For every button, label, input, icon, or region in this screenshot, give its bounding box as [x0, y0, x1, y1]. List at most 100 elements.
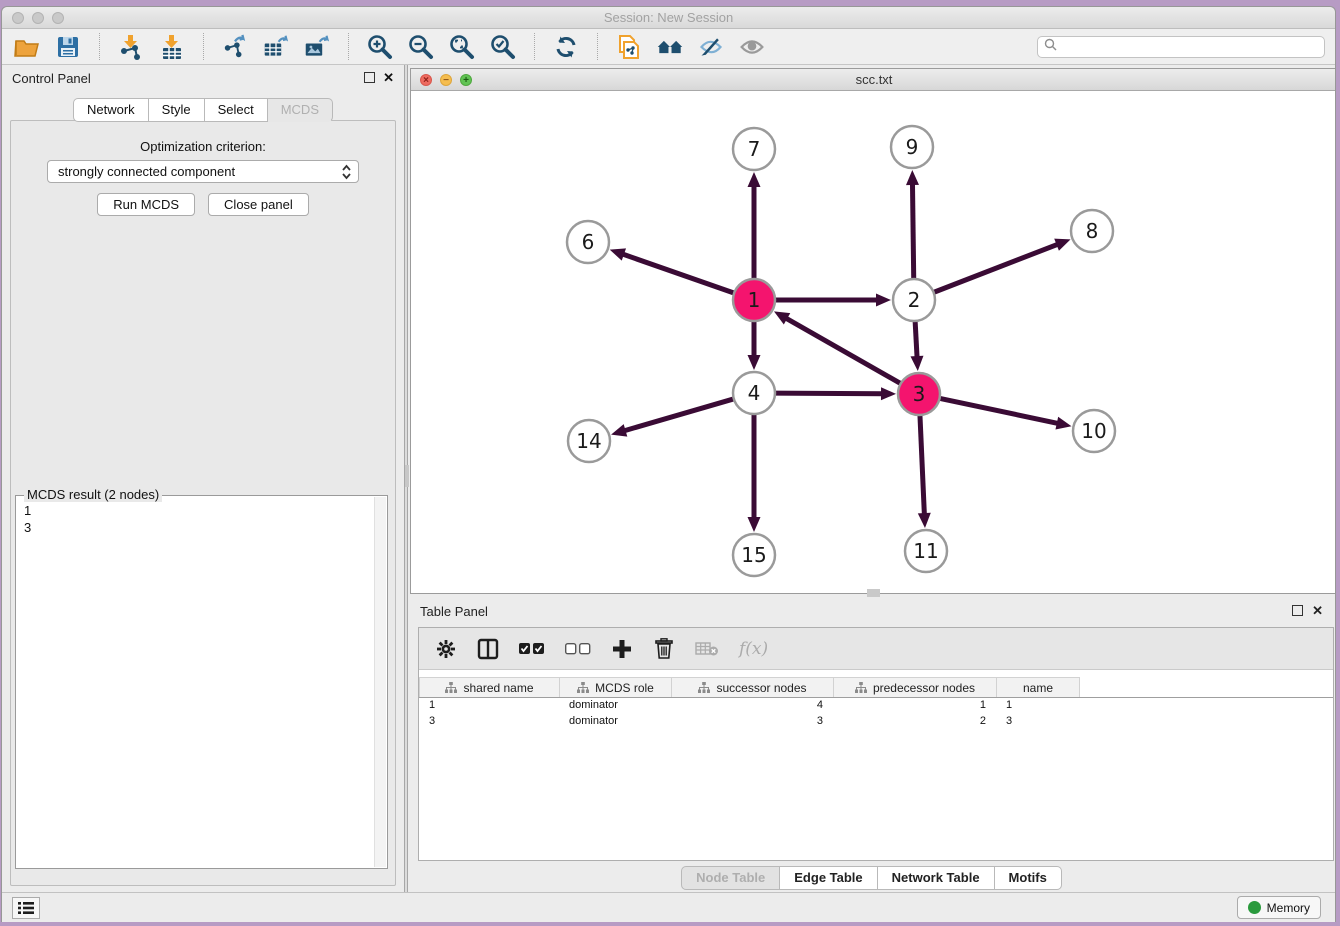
cell-shared-name[interactable]: 3	[419, 714, 559, 730]
chevron-up-down-icon	[341, 164, 352, 183]
graph-edge-2-9[interactable]	[912, 182, 913, 281]
float-table-panel-icon[interactable]	[1292, 605, 1303, 616]
graph-node-label: 9	[906, 135, 919, 159]
cell-shared-name[interactable]: 1	[419, 698, 559, 714]
graph-edge-arrowhead	[748, 172, 761, 187]
open-session-icon[interactable]	[14, 34, 40, 60]
task-history-button[interactable]	[12, 897, 40, 919]
network-resize-grip[interactable]	[867, 589, 880, 597]
tab-style[interactable]: Style	[149, 98, 205, 122]
graph-edge-3-11[interactable]	[920, 413, 925, 516]
show-graphics-details-icon[interactable]	[739, 34, 765, 60]
window-title: Session: New Session	[2, 7, 1335, 29]
tab-node-table[interactable]: Node Table	[681, 866, 780, 890]
export-network-icon[interactable]	[222, 34, 248, 60]
delete-table-icon[interactable]	[695, 637, 719, 661]
zoom-selected-icon[interactable]	[490, 34, 516, 60]
mcds-pane: Optimization criterion: strongly connect…	[10, 120, 396, 886]
column-header-predecessor-nodes[interactable]: predecessor nodes	[833, 677, 996, 697]
zoom-in-icon[interactable]	[367, 34, 393, 60]
graph-node-label: 14	[576, 429, 601, 453]
cell-mcds-role[interactable]: dominator	[559, 698, 671, 714]
graph-edge-arrowhead	[906, 170, 919, 185]
network-minimize-button[interactable]: −	[440, 74, 452, 86]
search-field[interactable]	[1037, 36, 1325, 58]
hide-graphics-details-icon[interactable]	[698, 34, 724, 60]
column-header-shared-name[interactable]: shared name	[419, 677, 559, 697]
save-session-icon[interactable]	[55, 34, 81, 60]
add-column-icon[interactable]	[611, 637, 633, 661]
select-all-checkboxes-icon[interactable]	[519, 637, 545, 661]
table-settings-icon[interactable]	[435, 637, 457, 661]
toolbar-separator	[534, 33, 535, 60]
graph-edge-3-1[interactable]	[784, 317, 902, 384]
network-canvas[interactable]: 1234678910111415	[411, 91, 1336, 593]
close-panel-icon[interactable]: ✕	[383, 71, 394, 84]
export-image-icon[interactable]	[304, 34, 330, 60]
graph-node-label: 6	[582, 230, 595, 254]
graph-node-label: 1	[748, 288, 761, 312]
graph-edge-3-10[interactable]	[938, 398, 1060, 424]
tab-motifs[interactable]: Motifs	[995, 866, 1062, 890]
deselect-all-checkboxes-icon[interactable]	[565, 637, 591, 661]
copy-network-icon[interactable]	[616, 34, 642, 60]
graph-node-label: 10	[1081, 419, 1106, 443]
refresh-layout-icon[interactable]	[553, 34, 579, 60]
split-panel-icon[interactable]	[477, 637, 499, 661]
cell-predecessor-nodes[interactable]: 2	[833, 714, 996, 730]
tab-edge-table[interactable]: Edge Table	[780, 866, 877, 890]
export-table-icon[interactable]	[263, 34, 289, 60]
memory-button[interactable]: Memory	[1237, 896, 1321, 919]
tab-select[interactable]: Select	[205, 98, 268, 122]
graph-edge-2-3[interactable]	[915, 319, 917, 359]
cell-predecessor-nodes[interactable]: 1	[833, 698, 996, 714]
function-builder-icon[interactable]: f(x)	[739, 637, 768, 661]
zoom-fit-icon[interactable]	[449, 34, 475, 60]
table-header-row: shared nameMCDS rolesuccessor nodesprede…	[419, 677, 1333, 698]
graph-node-label: 7	[748, 137, 761, 161]
table-row[interactable]: 3dominator323	[419, 714, 1333, 730]
tab-network-table[interactable]: Network Table	[878, 866, 995, 890]
tab-network[interactable]: Network	[73, 98, 149, 122]
home-icon[interactable]	[657, 34, 683, 60]
cell-mcds-role[interactable]: dominator	[559, 714, 671, 730]
column-header-successor-nodes[interactable]: successor nodes	[671, 677, 833, 697]
graph-edge-arrowhead	[918, 513, 931, 528]
tab-mcds[interactable]: MCDS	[268, 98, 333, 122]
table-panel-header: Table Panel ✕	[408, 597, 1335, 624]
float-panel-icon[interactable]	[364, 72, 375, 83]
run-mcds-button[interactable]: Run MCDS	[97, 193, 195, 216]
graph-edge-2-8[interactable]	[932, 244, 1060, 293]
import-network-icon[interactable]	[118, 34, 144, 60]
delete-columns-icon[interactable]	[653, 637, 675, 661]
search-input[interactable]	[1061, 40, 1324, 54]
status-bar: Memory	[2, 892, 1335, 922]
workspace: × − + scc.txt 1234678910111415 Table Pan…	[408, 65, 1335, 892]
window-minimize-button[interactable]	[32, 12, 44, 24]
column-header-name[interactable]: name	[996, 677, 1080, 697]
window-zoom-button[interactable]	[52, 12, 64, 24]
cell-name[interactable]: 3	[996, 714, 1080, 730]
close-table-panel-icon[interactable]: ✕	[1312, 604, 1323, 617]
graph-edge-4-3[interactable]	[773, 393, 884, 394]
network-close-button[interactable]: ×	[420, 74, 432, 86]
graph-edge-4-14[interactable]	[623, 398, 736, 431]
graph-node-label: 4	[748, 381, 761, 405]
zoom-out-icon[interactable]	[408, 34, 434, 60]
table-row[interactable]: 1dominator411	[419, 698, 1333, 714]
column-header-mcds-role[interactable]: MCDS role	[559, 677, 671, 697]
network-maximize-button[interactable]: +	[460, 74, 472, 86]
mcds-result-scrollbar[interactable]	[374, 497, 386, 867]
cell-name[interactable]: 1	[996, 698, 1080, 714]
cell-successor-nodes[interactable]: 4	[671, 698, 833, 714]
criterion-dropdown[interactable]: strongly connected component	[47, 160, 359, 183]
graph-edge-arrowhead	[1055, 417, 1071, 430]
control-panel-tabs: NetworkStyleSelectMCDS	[2, 98, 404, 122]
cell-successor-nodes[interactable]: 3	[671, 714, 833, 730]
window-close-button[interactable]	[12, 12, 24, 24]
toolbar-separator	[597, 33, 598, 60]
close-panel-button[interactable]: Close panel	[208, 193, 309, 216]
graph-edge-1-6[interactable]	[621, 254, 736, 294]
list-icon	[18, 901, 34, 915]
import-table-icon[interactable]	[159, 34, 185, 60]
